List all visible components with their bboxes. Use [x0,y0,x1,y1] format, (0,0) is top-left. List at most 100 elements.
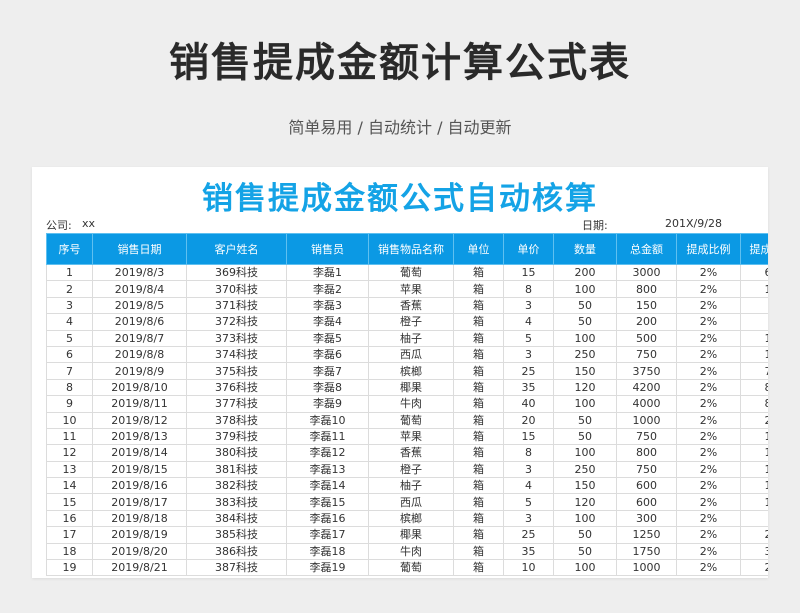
column-header[interactable]: 总金额 [616,233,677,265]
table-cell[interactable]: 50 [553,313,617,331]
table-cell[interactable]: 100 [553,329,617,347]
table-cell[interactable]: 李磊10 [286,411,369,429]
table-cell[interactable]: 2019/8/17 [92,493,187,511]
table-cell[interactable]: 箱 [453,509,504,528]
table-row[interactable]: 192019/8/21387科技李磊19葡萄箱1010010002%20 [46,559,768,577]
table-cell[interactable]: 8 [503,280,554,298]
table-cell[interactable]: 2019/8/14 [92,444,187,462]
table-row[interactable]: 52019/8/7373科技李磊5柚子箱51005002%10 [46,329,768,347]
table-cell[interactable]: 383科技 [186,493,287,511]
table-cell[interactable]: 20 [740,411,768,429]
table-cell[interactable]: 250 [553,460,617,479]
column-header[interactable]: 销售员 [286,233,369,265]
table-cell[interactable]: 西瓜 [368,493,454,511]
table-cell[interactable]: 李磊19 [286,559,369,577]
table-cell[interactable]: 李磊2 [286,280,369,298]
table-cell[interactable]: 2% [676,411,741,429]
table-cell[interactable]: 40 [503,395,554,413]
table-cell[interactable]: 箱 [453,263,504,282]
table-cell[interactable]: 2% [676,313,741,331]
table-cell[interactable]: 100 [553,395,617,413]
table-cell[interactable]: 4 [740,313,768,331]
table-cell[interactable]: 35 [503,542,554,561]
table-cell[interactable]: 4200 [616,378,677,397]
column-header[interactable]: 客户姓名 [186,233,287,265]
table-cell[interactable]: 3 [503,345,554,364]
table-cell[interactable]: 2019/8/13 [92,427,187,446]
table-cell[interactable]: 箱 [453,345,504,364]
table-cell[interactable]: 2019/8/18 [92,509,187,528]
table-cell[interactable]: 371科技 [186,296,287,315]
table-cell[interactable]: 橙子 [368,460,454,479]
table-cell[interactable]: 17 [46,526,93,544]
table-cell[interactable]: 18 [46,542,93,561]
table-cell[interactable]: 李磊5 [286,329,369,347]
table-cell[interactable]: 25 [740,526,768,544]
date-value[interactable]: 201X/9/28 [665,217,722,230]
table-cell[interactable]: 250 [553,345,617,364]
table-cell[interactable]: 2019/8/21 [92,559,187,577]
table-cell[interactable]: 75 [740,362,768,380]
table-cell[interactable]: 384科技 [186,509,287,528]
table-row[interactable]: 162019/8/18384科技李磊16槟榔箱31003002%6 [46,509,768,528]
table-cell[interactable]: 3 [503,296,554,315]
table-row[interactable]: 72019/8/9375科技李磊7槟榔箱2515037502%75 [46,362,768,380]
table-cell[interactable]: 382科技 [186,477,287,495]
table-cell[interactable]: 369科技 [186,263,287,282]
table-cell[interactable]: 5 [503,493,554,511]
table-row[interactable]: 182019/8/20386科技李磊18牛肉箱355017502%35 [46,542,768,561]
table-cell[interactable]: 1250 [616,526,677,544]
table-cell[interactable]: 2% [676,542,741,561]
table-row[interactable]: 112019/8/13379科技李磊11苹果箱15507502%15 [46,427,768,446]
table-cell[interactable]: 李磊15 [286,493,369,511]
table-cell[interactable]: 李磊14 [286,477,369,495]
table-row[interactable]: 152019/8/17383科技李磊15西瓜箱51206002%12 [46,493,768,511]
table-cell[interactable]: 3 [503,509,554,528]
table-cell[interactable]: 373科技 [186,329,287,347]
table-row[interactable]: 62019/8/8374科技李磊6西瓜箱32507502%15 [46,345,768,364]
table-cell[interactable]: 385科技 [186,526,287,544]
table-cell[interactable]: 2019/8/8 [92,345,187,364]
table-cell[interactable]: 2% [676,427,741,446]
table-cell[interactable]: 50 [553,542,617,561]
table-cell[interactable]: 葡萄 [368,411,454,429]
table-cell[interactable]: 1 [46,263,93,282]
table-cell[interactable]: 4 [46,313,93,331]
table-cell[interactable]: 500 [616,329,677,347]
table-cell[interactable]: 15 [740,460,768,479]
table-cell[interactable]: 李磊7 [286,362,369,380]
table-cell[interactable]: 2019/8/10 [92,378,187,397]
table-row[interactable]: 172019/8/19385科技李磊17椰果箱255012502%25 [46,526,768,544]
column-header[interactable]: 销售日期 [92,233,187,265]
table-cell[interactable]: 379科技 [186,427,287,446]
table-cell[interactable]: 8 [46,378,93,397]
table-cell[interactable]: 2% [676,493,741,511]
table-cell[interactable]: 150 [616,296,677,315]
table-cell[interactable]: 600 [616,493,677,511]
table-cell[interactable]: 15 [740,345,768,364]
table-cell[interactable]: 150 [553,362,617,380]
table-cell[interactable]: 25 [503,362,554,380]
table-cell[interactable]: 2019/8/19 [92,526,187,544]
table-cell[interactable]: 2% [676,345,741,364]
table-cell[interactable]: 箱 [453,542,504,561]
table-cell[interactable]: 箱 [453,313,504,331]
table-cell[interactable]: 苹果 [368,280,454,298]
table-row[interactable]: 42019/8/6372科技李磊4橙子箱4502002%4 [46,313,768,331]
table-cell[interactable]: 377科技 [186,395,287,413]
column-header[interactable]: 单位 [453,233,504,265]
table-cell[interactable]: 李磊6 [286,345,369,364]
table-cell[interactable]: 箱 [453,427,504,446]
table-cell[interactable]: 120 [553,378,617,397]
table-cell[interactable]: 100 [553,559,617,577]
table-cell[interactable]: 3 [503,460,554,479]
column-header[interactable]: 数量 [553,233,617,265]
table-cell[interactable]: 200 [553,263,617,282]
table-cell[interactable]: 800 [616,280,677,298]
table-cell[interactable]: 箱 [453,444,504,462]
table-cell[interactable]: 李磊9 [286,395,369,413]
table-cell[interactable]: 370科技 [186,280,287,298]
table-cell[interactable]: 15 [503,263,554,282]
table-cell[interactable]: 800 [616,444,677,462]
table-cell[interactable]: 李磊4 [286,313,369,331]
